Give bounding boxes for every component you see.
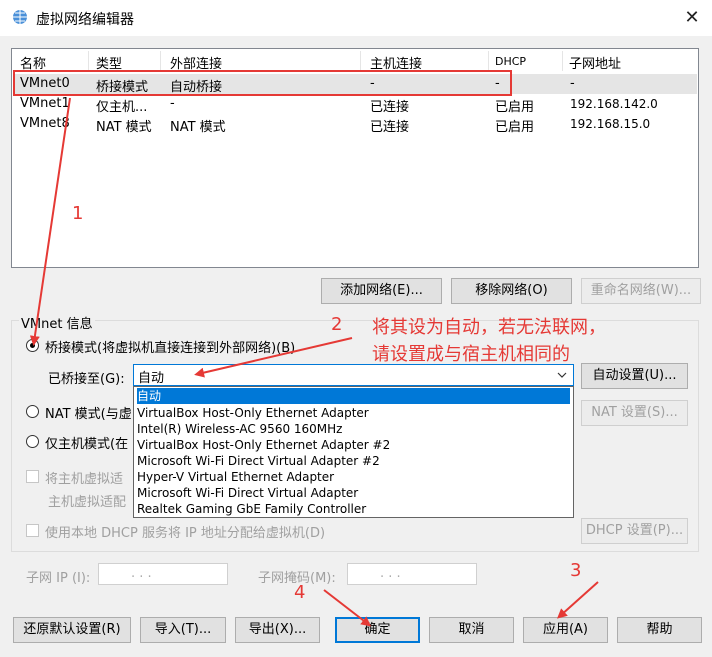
arrow-2 <box>194 337 353 378</box>
highlight-box <box>13 70 512 96</box>
arrow-4 <box>323 589 372 627</box>
annotation-note-line2: 请设置成与宿主机相同的 <box>372 344 570 365</box>
annotation-note-line1: 将其设为自动，若无法联网， <box>372 317 606 338</box>
annotation-2: 2 <box>331 314 343 335</box>
annotation-1: 1 <box>72 203 84 224</box>
arrow-1 <box>29 97 71 346</box>
annotation-4: 4 <box>294 582 306 603</box>
arrow-3 <box>557 581 599 619</box>
annotation-3: 3 <box>570 560 582 581</box>
